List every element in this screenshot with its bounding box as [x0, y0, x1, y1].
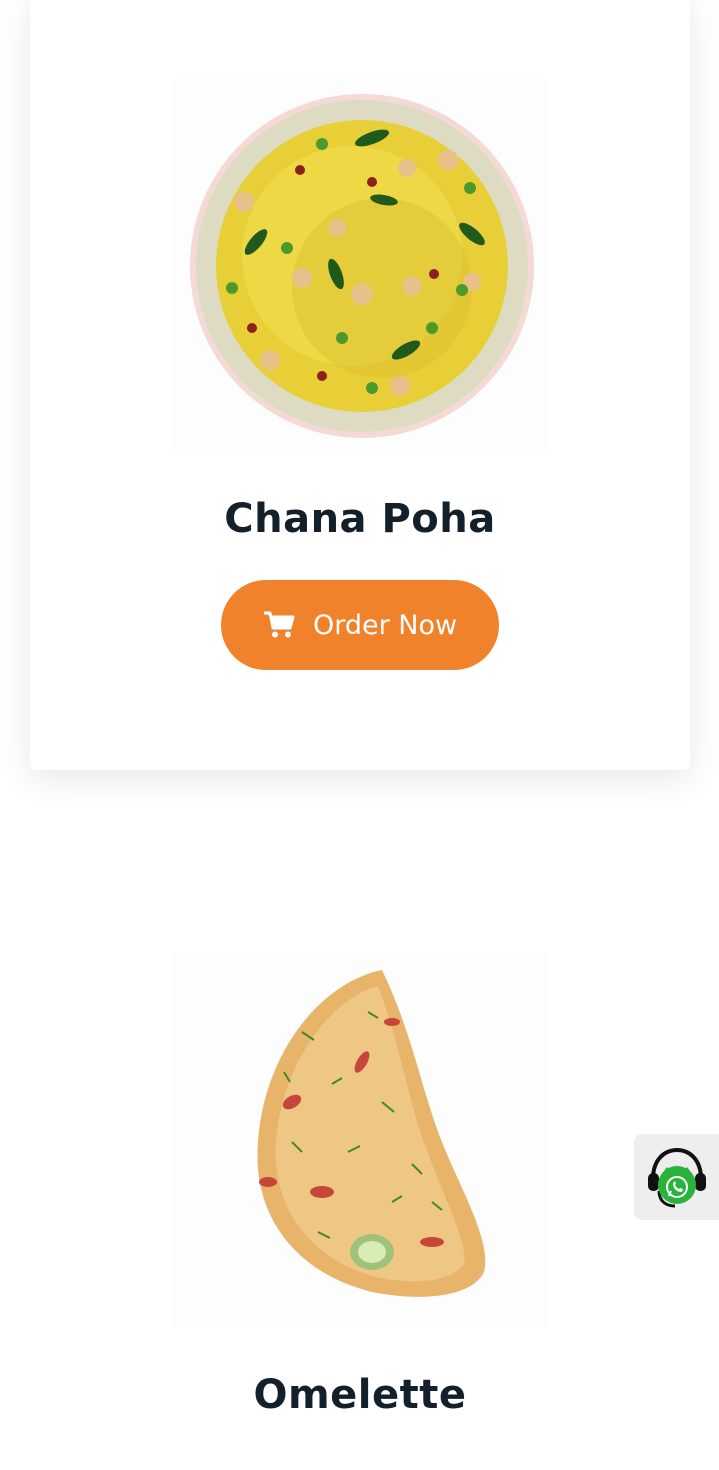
product-card-omelette: Omelette — [30, 870, 690, 1470]
cart-icon — [263, 611, 295, 638]
whatsapp-support-button[interactable] — [634, 1134, 719, 1220]
product-title: Chana Poha — [224, 496, 496, 542]
order-now-label: Order Now — [312, 609, 458, 641]
omelette-illustration — [257, 970, 486, 1297]
product-image-omelette — [172, 952, 548, 1328]
order-now-button[interactable]: Order Now — [221, 580, 499, 670]
product-image-chana-poha — [172, 78, 548, 454]
whatsapp-support-icon — [647, 1147, 706, 1208]
poha-bowl-illustration — [190, 94, 534, 438]
product-title: Omelette — [253, 1372, 467, 1418]
product-card-chana-poha: Chana Poha Order Now — [30, 0, 690, 770]
